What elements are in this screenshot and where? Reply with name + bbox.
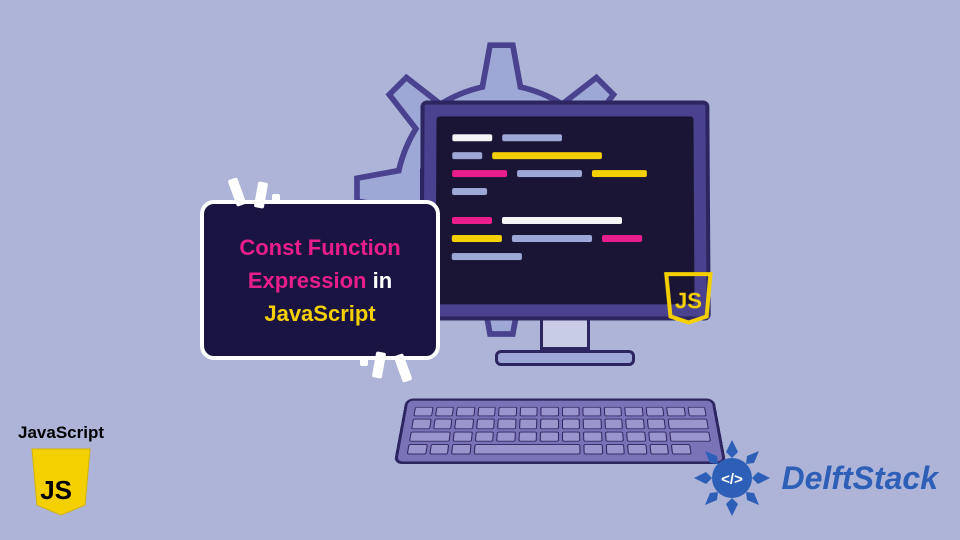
- keyboard-illustration: [394, 398, 727, 464]
- js-shield-text: JS: [40, 475, 72, 505]
- title-line3: JavaScript: [264, 301, 375, 326]
- delftstack-text: DelftStack: [782, 460, 939, 497]
- js-shield-icon: JS: [30, 447, 92, 517]
- title-line2b: in: [366, 268, 392, 293]
- title-line2a: Expression: [248, 268, 367, 293]
- javascript-logo-label: JavaScript: [18, 423, 104, 443]
- monitor-illustration: JS: [420, 100, 710, 366]
- delftstack-glyph: </>: [721, 471, 743, 488]
- js-badge-icon: JS: [660, 270, 717, 326]
- delftstack-logo: </> DelftStack: [692, 438, 939, 518]
- title-line1: Const Function: [239, 235, 400, 260]
- code-screen: [435, 116, 694, 304]
- delftstack-rosette-icon: </>: [692, 438, 772, 518]
- js-badge-text: JS: [675, 288, 702, 313]
- javascript-logo: JavaScript JS: [18, 423, 104, 522]
- title-card: Const Function Expression in JavaScript: [200, 200, 440, 360]
